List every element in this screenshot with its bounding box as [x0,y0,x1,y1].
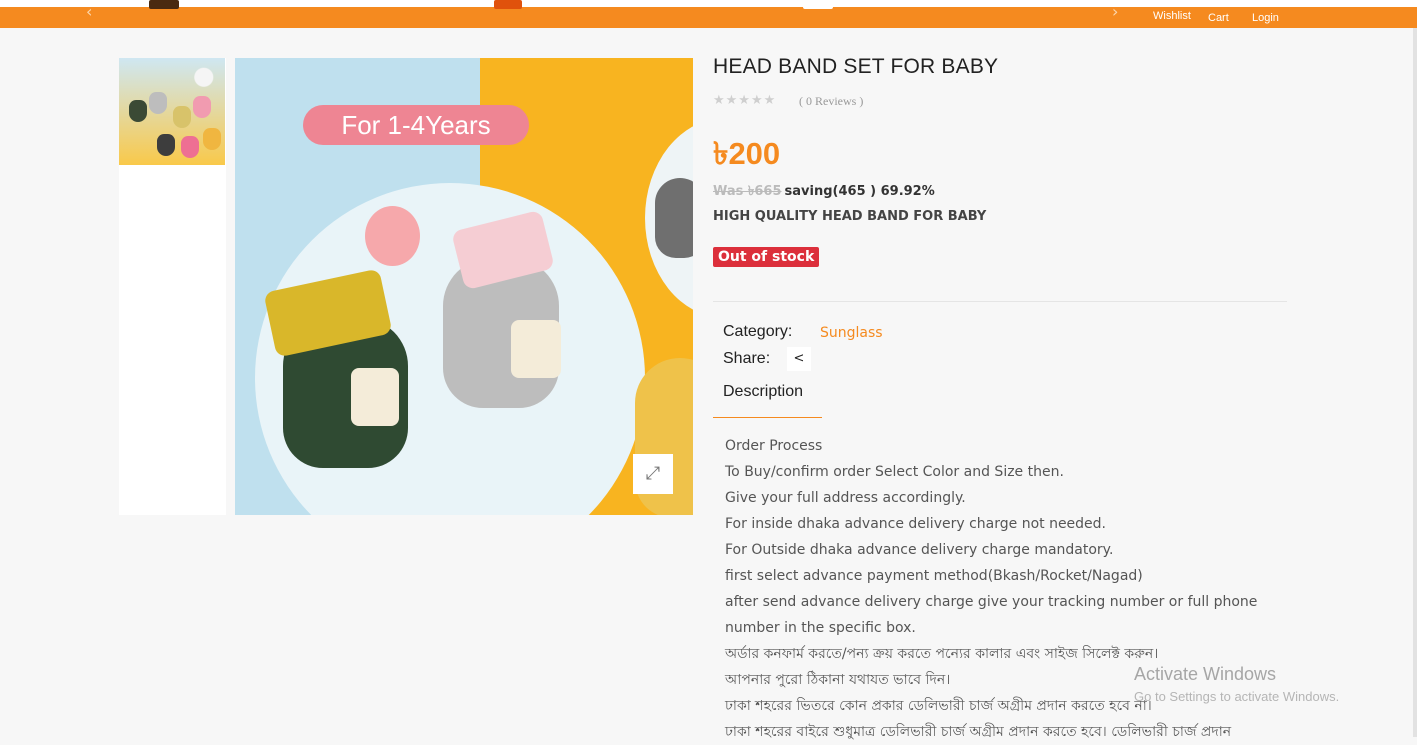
header-category-icon[interactable] [494,0,522,9]
cart-link[interactable]: Cart [1208,12,1229,24]
share-icon: < [793,351,805,366]
age-badge: For 1-4Years [303,105,529,145]
thumbnail-mitten-shape [193,96,211,118]
thumbnail-mitten-shape [129,100,147,122]
short-description: HIGH QUALITY HEAD BAND FOR BABY [713,209,987,224]
main-product-image[interactable]: For 1-4Years ⤢ [235,58,693,515]
grey-mitten-patch-shape [511,320,561,378]
cart-icon[interactable]: ▾▾ [1210,0,1219,10]
chevron-right-icon[interactable]: › [1112,2,1118,21]
description-line: Order Process [725,438,823,454]
share-label: Share: [723,350,771,367]
thumbnail-mitten-shape [173,106,191,128]
thumbnail-list [119,58,226,515]
product-price: ৳200 [713,136,781,171]
thumbnail-mitten-shape [181,136,199,158]
stock-status-badge: Out of stock [713,247,820,267]
green-mitten-patch-shape [351,368,399,426]
tab-description[interactable]: Description [723,383,803,401]
description-line: first select advance payment method(Bkas… [725,568,1143,584]
image-macaron-shape [365,206,420,266]
share-button[interactable]: < [787,347,811,371]
thumbnail-mitten-shape [203,128,221,150]
header-menu-icon[interactable] [803,0,833,9]
dark-mitten-shape [655,178,693,258]
expand-icon: ⤢ [645,463,661,484]
chevron-left-icon[interactable]: ‹ [86,2,92,21]
description-line: ঢাকা শহরের বাইরে শুধুমাত্র ডেলিভারী চার্… [725,724,1232,740]
header-logo-icon[interactable] [149,0,179,9]
rating-stars-icon[interactable]: ★★★★★ [713,93,776,108]
saving-info: Was ৳665 saving(465 ) 69.92% [713,182,935,203]
saving-amount: saving(465 ) 69.92% [784,184,935,199]
expand-image-button[interactable]: ⤢ [633,454,673,494]
description-line: For Outside dhaka advance delivery charg… [725,542,1114,558]
product-thumbnail[interactable] [119,58,225,165]
was-price: Was ৳665 [713,184,782,199]
tab-underline [713,417,822,418]
header-bar: ‹ › ▾▾ Wishlist Cart Login [0,0,1417,28]
category-link[interactable]: Sunglass [820,325,883,341]
login-link[interactable]: Login [1252,12,1279,24]
description-line: For inside dhaka advance delivery charge… [725,516,1107,532]
description-line: number in the specific box. [725,620,916,636]
section-divider [713,301,1287,302]
description-line: To Buy/confirm order Select Color and Si… [725,464,1064,480]
page-scrollbar[interactable] [1413,28,1417,737]
description-line: Give your full address accordingly. [725,490,966,506]
category-label: Category: [723,323,793,340]
thumbnail-mitten-shape [157,134,175,156]
activate-windows-title: Activate Windows [1134,664,1277,684]
thumbnail-mitten-shape [149,92,167,114]
description-line: after send advance delivery charge give … [725,594,1258,610]
product-title: HEAD BAND SET FOR BABY [713,55,999,78]
activate-windows-subtitle: Go to Settings to activate Windows. [1134,689,1340,704]
wishlist-link[interactable]: Wishlist [1153,10,1191,22]
review-count[interactable]: ( 0 Reviews ) [799,94,863,109]
